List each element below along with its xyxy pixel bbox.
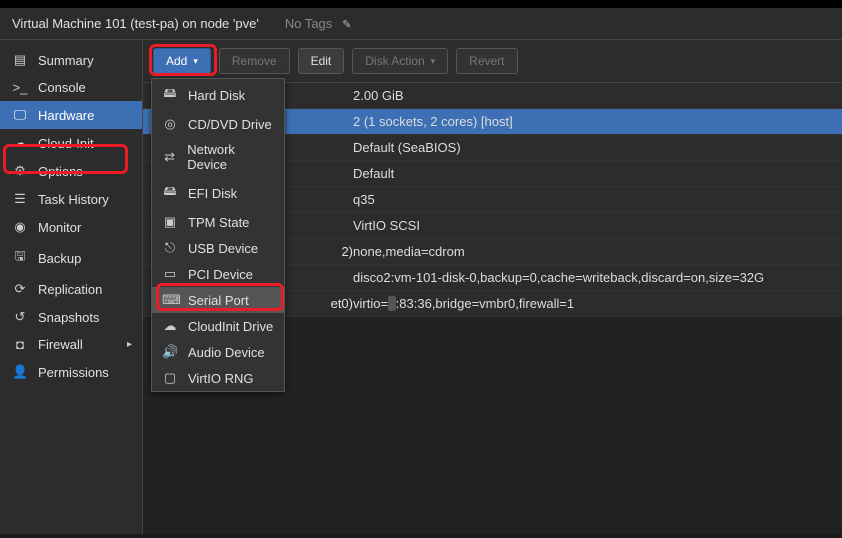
remove-button: Remove [219, 48, 290, 74]
add-button-label: Add [166, 54, 187, 68]
dropdown-item-pci-device[interactable]: ▭ PCI Device [152, 261, 284, 287]
hardware-value: Default [353, 166, 832, 181]
hardware-value: disco2:vm-101-disk-0,backup=0,cache=writ… [353, 270, 832, 285]
sidebar-item-label: Task History [38, 192, 109, 207]
sidebar-item-label: Firewall [38, 337, 83, 352]
sidebar-item-label: Backup [38, 251, 81, 266]
dropdown-item-efi-disk[interactable]: 🖴 EFI Disk [152, 177, 284, 209]
audio-icon: 🔊 [162, 344, 178, 360]
sidebar-item-label: Permissions [38, 365, 109, 380]
disc-icon: ◎ [162, 116, 178, 132]
dropdown-item-label: Audio Device [188, 345, 265, 360]
monitor-icon: 🖵 [12, 107, 28, 123]
sidebar-item-label: Summary [38, 53, 94, 68]
chevron-down-icon: ▾ [193, 56, 198, 67]
hardware-value: Default (SeaBIOS) [353, 140, 832, 155]
dropdown-item-serial-port[interactable]: ⌨ Serial Port [152, 287, 284, 313]
tags-area[interactable]: No Tags [285, 16, 352, 31]
sidebar-item-monitor[interactable]: ◉ Monitor [0, 213, 142, 241]
list-icon: ☰ [12, 191, 28, 207]
sidebar-item-hardware[interactable]: 🖵 Hardware [0, 101, 142, 129]
sidebar-item-options[interactable]: ⚙ Options [0, 157, 142, 185]
dropdown-item-label: TPM State [188, 215, 249, 230]
dropdown-item-label: CloudInit Drive [188, 319, 273, 334]
main-panel: Add ▾ Remove Edit Disk Action ▾ Revert 🖴… [143, 40, 842, 534]
edit-button[interactable]: Edit [298, 48, 345, 74]
sidebar-item-firewall[interactable]: ◘ Firewall ▸ [0, 331, 142, 358]
page-title: Virtual Machine 101 (test-pa) on node 'p… [12, 16, 259, 31]
history-icon: ↺ [12, 309, 28, 325]
sidebar-item-cloud-init[interactable]: ☁ Cloud-Init [0, 129, 142, 157]
vm-header: Virtual Machine 101 (test-pa) on node 'p… [0, 8, 842, 40]
hardware-value: none,media=cdrom [353, 244, 832, 259]
sidebar-item-replication[interactable]: ⟳ Replication [0, 275, 142, 303]
pci-icon: ▭ [162, 266, 178, 282]
toolbar: Add ▾ Remove Edit Disk Action ▾ Revert 🖴… [143, 40, 842, 83]
dropdown-item-hard-disk[interactable]: 🖴 Hard Disk [152, 79, 284, 111]
sidebar-item-console[interactable]: >_ Console [0, 74, 142, 101]
cloud-icon: ☁ [162, 318, 178, 334]
hdd-icon: 🖴 [162, 182, 178, 204]
dropdown-item-label: Serial Port [188, 293, 249, 308]
sidebar-item-task-history[interactable]: ☰ Task History [0, 185, 142, 213]
dropdown-item-label: VirtIO RNG [188, 371, 254, 386]
serial-icon: ⌨ [162, 292, 178, 308]
sidebar-item-label: Options [38, 164, 83, 179]
sidebar-item-label: Console [38, 80, 86, 95]
chevron-right-icon: ▸ [127, 339, 132, 350]
dropdown-item-label: EFI Disk [188, 186, 237, 201]
hardware-value: VirtIO SCSI [353, 218, 832, 233]
revert-button: Revert [456, 48, 517, 74]
dropdown-item-label: Network Device [187, 142, 274, 172]
book-icon: ▤ [12, 52, 28, 68]
replication-icon: ⟳ [12, 281, 28, 297]
redacted-mac [388, 296, 396, 311]
save-icon: 🖫 [12, 247, 28, 269]
add-dropdown: 🖴 Hard Disk ◎ CD/DVD Drive ⇄ Network Device 🖴 E… [151, 78, 285, 392]
hdd-icon: 🖴 [162, 84, 178, 106]
no-tags-label: No Tags [285, 16, 332, 31]
chip-icon: ▣ [162, 214, 178, 230]
pencil-icon[interactable] [338, 16, 351, 31]
sidebar-item-permissions[interactable]: 👤 Permissions [0, 358, 142, 386]
net-icon: ⇄ [162, 149, 177, 165]
dropdown-item-network-device[interactable]: ⇄ Network Device [152, 137, 284, 177]
sidebar-item-label: Snapshots [38, 310, 99, 325]
dropdown-item-tpm-state[interactable]: ▣ TPM State [152, 209, 284, 235]
sidebar-item-label: Hardware [38, 108, 94, 123]
hardware-value: 2 (1 sockets, 2 cores) [host] [353, 114, 832, 129]
shield-icon: ◘ [12, 337, 28, 352]
add-button[interactable]: Add ▾ [153, 48, 211, 74]
hardware-value: virtio= :83:36,bridge=vmbr0,firewall=1 [353, 296, 832, 311]
eye-icon: ◉ [12, 219, 28, 235]
hardware-value: q35 [353, 192, 832, 207]
sidebar-item-label: Replication [38, 282, 102, 297]
sidebar-item-summary[interactable]: ▤ Summary [0, 46, 142, 74]
sidebar-item-snapshots[interactable]: ↺ Snapshots [0, 303, 142, 331]
dropdown-item-label: Hard Disk [188, 88, 245, 103]
dropdown-item-audio-device[interactable]: 🔊 Audio Device [152, 339, 284, 365]
gear-icon: ⚙ [12, 163, 28, 179]
dropdown-item-label: PCI Device [188, 267, 253, 282]
sidebar-item-label: Monitor [38, 220, 81, 235]
dropdown-item-virtio-rng[interactable]: ▢ VirtIO RNG [152, 365, 284, 391]
dropdown-item-cloudinit-drive[interactable]: ☁ CloudInit Drive [152, 313, 284, 339]
disk-action-button: Disk Action ▾ [352, 48, 448, 74]
cloud-icon: ☁ [12, 135, 28, 151]
usb-icon: ⎋ [162, 240, 178, 256]
disk-action-label: Disk Action [365, 54, 424, 68]
hardware-value: 2.00 GiB [353, 88, 832, 103]
terminal-icon: >_ [12, 80, 28, 95]
sidebar: ▤ Summary >_ Console 🖵 Hardware ☁ Cloud-Init ⚙ Op… [0, 40, 143, 534]
sidebar-item-backup[interactable]: 🖫 Backup [0, 241, 142, 275]
dropdown-item-label: CD/DVD Drive [188, 117, 272, 132]
dropdown-item-usb-device[interactable]: ⎋ USB Device [152, 235, 284, 261]
user-icon: 👤 [12, 364, 28, 380]
dropdown-item-cd-dvd-drive[interactable]: ◎ CD/DVD Drive [152, 111, 284, 137]
sidebar-item-label: Cloud-Init [38, 136, 94, 151]
rng-icon: ▢ [162, 370, 178, 386]
dropdown-item-label: USB Device [188, 241, 258, 256]
chevron-down-icon: ▾ [431, 56, 436, 67]
